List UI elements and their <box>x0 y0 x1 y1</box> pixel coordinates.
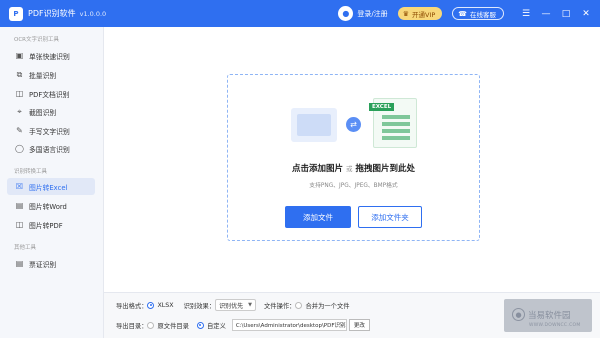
sidebar-item-label: 票证识别 <box>29 260 57 269</box>
copy-icon: ⧉ <box>16 69 23 79</box>
image-icon: ▣ <box>15 51 24 60</box>
ticket-icon: ▤ <box>15 259 24 268</box>
merge-label: 合并为一个文件 <box>305 302 350 310</box>
fileop-label: 文件操作： <box>263 302 296 310</box>
sidebar-item-label: 批量识别 <box>29 71 57 80</box>
section-title-ocr: OCR文字识别工具 <box>14 37 59 43</box>
sidebar-item-quick[interactable]: ▣ 单张快速识别 <box>7 47 95 64</box>
vip-label: 开通VIP <box>411 10 436 19</box>
app-logo-icon: P <box>9 6 23 21</box>
format-value: XLSX <box>157 301 174 309</box>
dir-original-label: 原文件目录 <box>157 322 189 330</box>
dir-label: 导出目录： <box>116 322 148 330</box>
sidebar-item-label: 图片转Excel <box>29 183 68 192</box>
headset-icon: ☎ <box>458 9 467 18</box>
app-title: PDF识别软件 <box>28 9 76 18</box>
minimize-icon[interactable]: — <box>536 9 556 19</box>
sidebar-item-label: 截图识别 <box>29 108 57 117</box>
sidebar-item-batch[interactable]: ⧉ 批量识别 <box>7 66 95 83</box>
effect-label: 识别效果： <box>183 302 216 310</box>
menu-icon[interactable]: ☰ <box>516 9 536 19</box>
dropzone-subtitle: 支持PNG、JPG、JPEG、BMP格式 <box>309 183 398 189</box>
watermark: ● 当易软件园 <box>512 308 571 321</box>
dir-custom-radio[interactable] <box>196 321 204 329</box>
sidebar-item-ticket[interactable]: ▤ 票证识别 <box>7 255 95 272</box>
close-icon[interactable]: ✕ <box>576 9 596 19</box>
pdf-icon: ◫ <box>15 89 24 98</box>
file-dropzone[interactable]: ⇄ EXCEL 点击添加图片或拖拽图片到此处 支持PNG、JPG、JPEG、BM… <box>227 74 480 241</box>
vip-button[interactable]: ♛ 开通VIP <box>397 7 443 20</box>
sidebar-item-label: 手写文字识别 <box>29 127 70 136</box>
pen-icon: ✎ <box>16 126 23 135</box>
maximize-icon[interactable]: □ <box>556 9 576 19</box>
sidebar: OCR文字识别工具 ▣ 单张快速识别 ⧉ 批量识别 ◫ PDF文档识别 ⌖ 截图… <box>0 27 104 338</box>
sidebar-item-language[interactable]: ◯ 多国语言识别 <box>7 140 95 157</box>
image-placeholder-icon <box>291 108 337 142</box>
dropzone-title: 点击添加图片或拖拽图片到此处 <box>291 164 416 174</box>
service-button[interactable]: ☎ 在线客服 <box>452 7 504 20</box>
effect-select[interactable]: 识别优先 ▼ <box>215 299 256 311</box>
convert-arrow-icon: ⇄ <box>346 117 361 132</box>
watermark-logo-icon: ● <box>512 308 525 321</box>
sidebar-item-to-word[interactable]: ▤ 图片转Word <box>7 197 95 214</box>
crown-icon: ♛ <box>402 9 409 18</box>
excel-document-icon: EXCEL <box>369 98 417 148</box>
format-label: 导出格式： <box>116 302 148 310</box>
add-folder-button[interactable]: 添加文件夹 <box>358 206 422 228</box>
pdf-icon: ◫ <box>15 220 24 229</box>
watermark-url: WWW.DOWNCC.COM <box>529 323 581 328</box>
section-title-convert: 识别转换工具 <box>14 169 48 175</box>
sidebar-item-label: 多国语言识别 <box>29 145 70 154</box>
sidebar-item-screenshot[interactable]: ⌖ 截图识别 <box>7 103 95 120</box>
login-link[interactable]: 登录/注册 <box>357 9 387 19</box>
chevron-down-icon: ▼ <box>248 302 252 308</box>
dir-original-radio[interactable] <box>147 321 155 329</box>
sidebar-item-label: PDF文档识别 <box>29 90 70 99</box>
user-icon[interactable]: ● <box>338 6 354 21</box>
title-bar: P PDF识别软件 v1.0.0.0 ● 登录/注册 ♛ 开通VIP ☎ 在线客… <box>0 0 600 27</box>
sidebar-item-label: 单张快速识别 <box>29 52 70 61</box>
app-version: v1.0.0.0 <box>79 9 107 18</box>
dir-custom-label: 自定义 <box>206 322 226 330</box>
format-xlsx-radio[interactable] <box>147 301 155 309</box>
globe-icon: ◯ <box>15 144 24 153</box>
crop-icon: ⌖ <box>17 106 22 116</box>
word-icon: ▤ <box>15 201 24 210</box>
excel-icon: ☒ <box>15 182 24 191</box>
output-path-input[interactable]: C:\Users\Administrator\desktop\PDF识别软 <box>231 319 347 331</box>
merge-radio[interactable] <box>295 301 303 309</box>
sidebar-item-pdf[interactable]: ◫ PDF文档识别 <box>7 85 95 102</box>
sidebar-item-to-pdf[interactable]: ◫ 图片转PDF <box>7 216 95 233</box>
add-file-button[interactable]: 添加文件 <box>285 206 351 228</box>
section-title-other: 其他工具 <box>14 245 37 251</box>
change-dir-button[interactable]: 更改 <box>348 319 370 331</box>
sidebar-item-to-excel[interactable]: ☒ 图片转Excel <box>7 178 95 195</box>
excel-tag: EXCEL <box>369 103 395 111</box>
sidebar-item-label: 图片转PDF <box>29 221 63 230</box>
service-label: 在线客服 <box>470 10 496 19</box>
sidebar-item-label: 图片转Word <box>29 202 67 211</box>
sidebar-item-handwriting[interactable]: ✎ 手写文字识别 <box>7 122 95 139</box>
